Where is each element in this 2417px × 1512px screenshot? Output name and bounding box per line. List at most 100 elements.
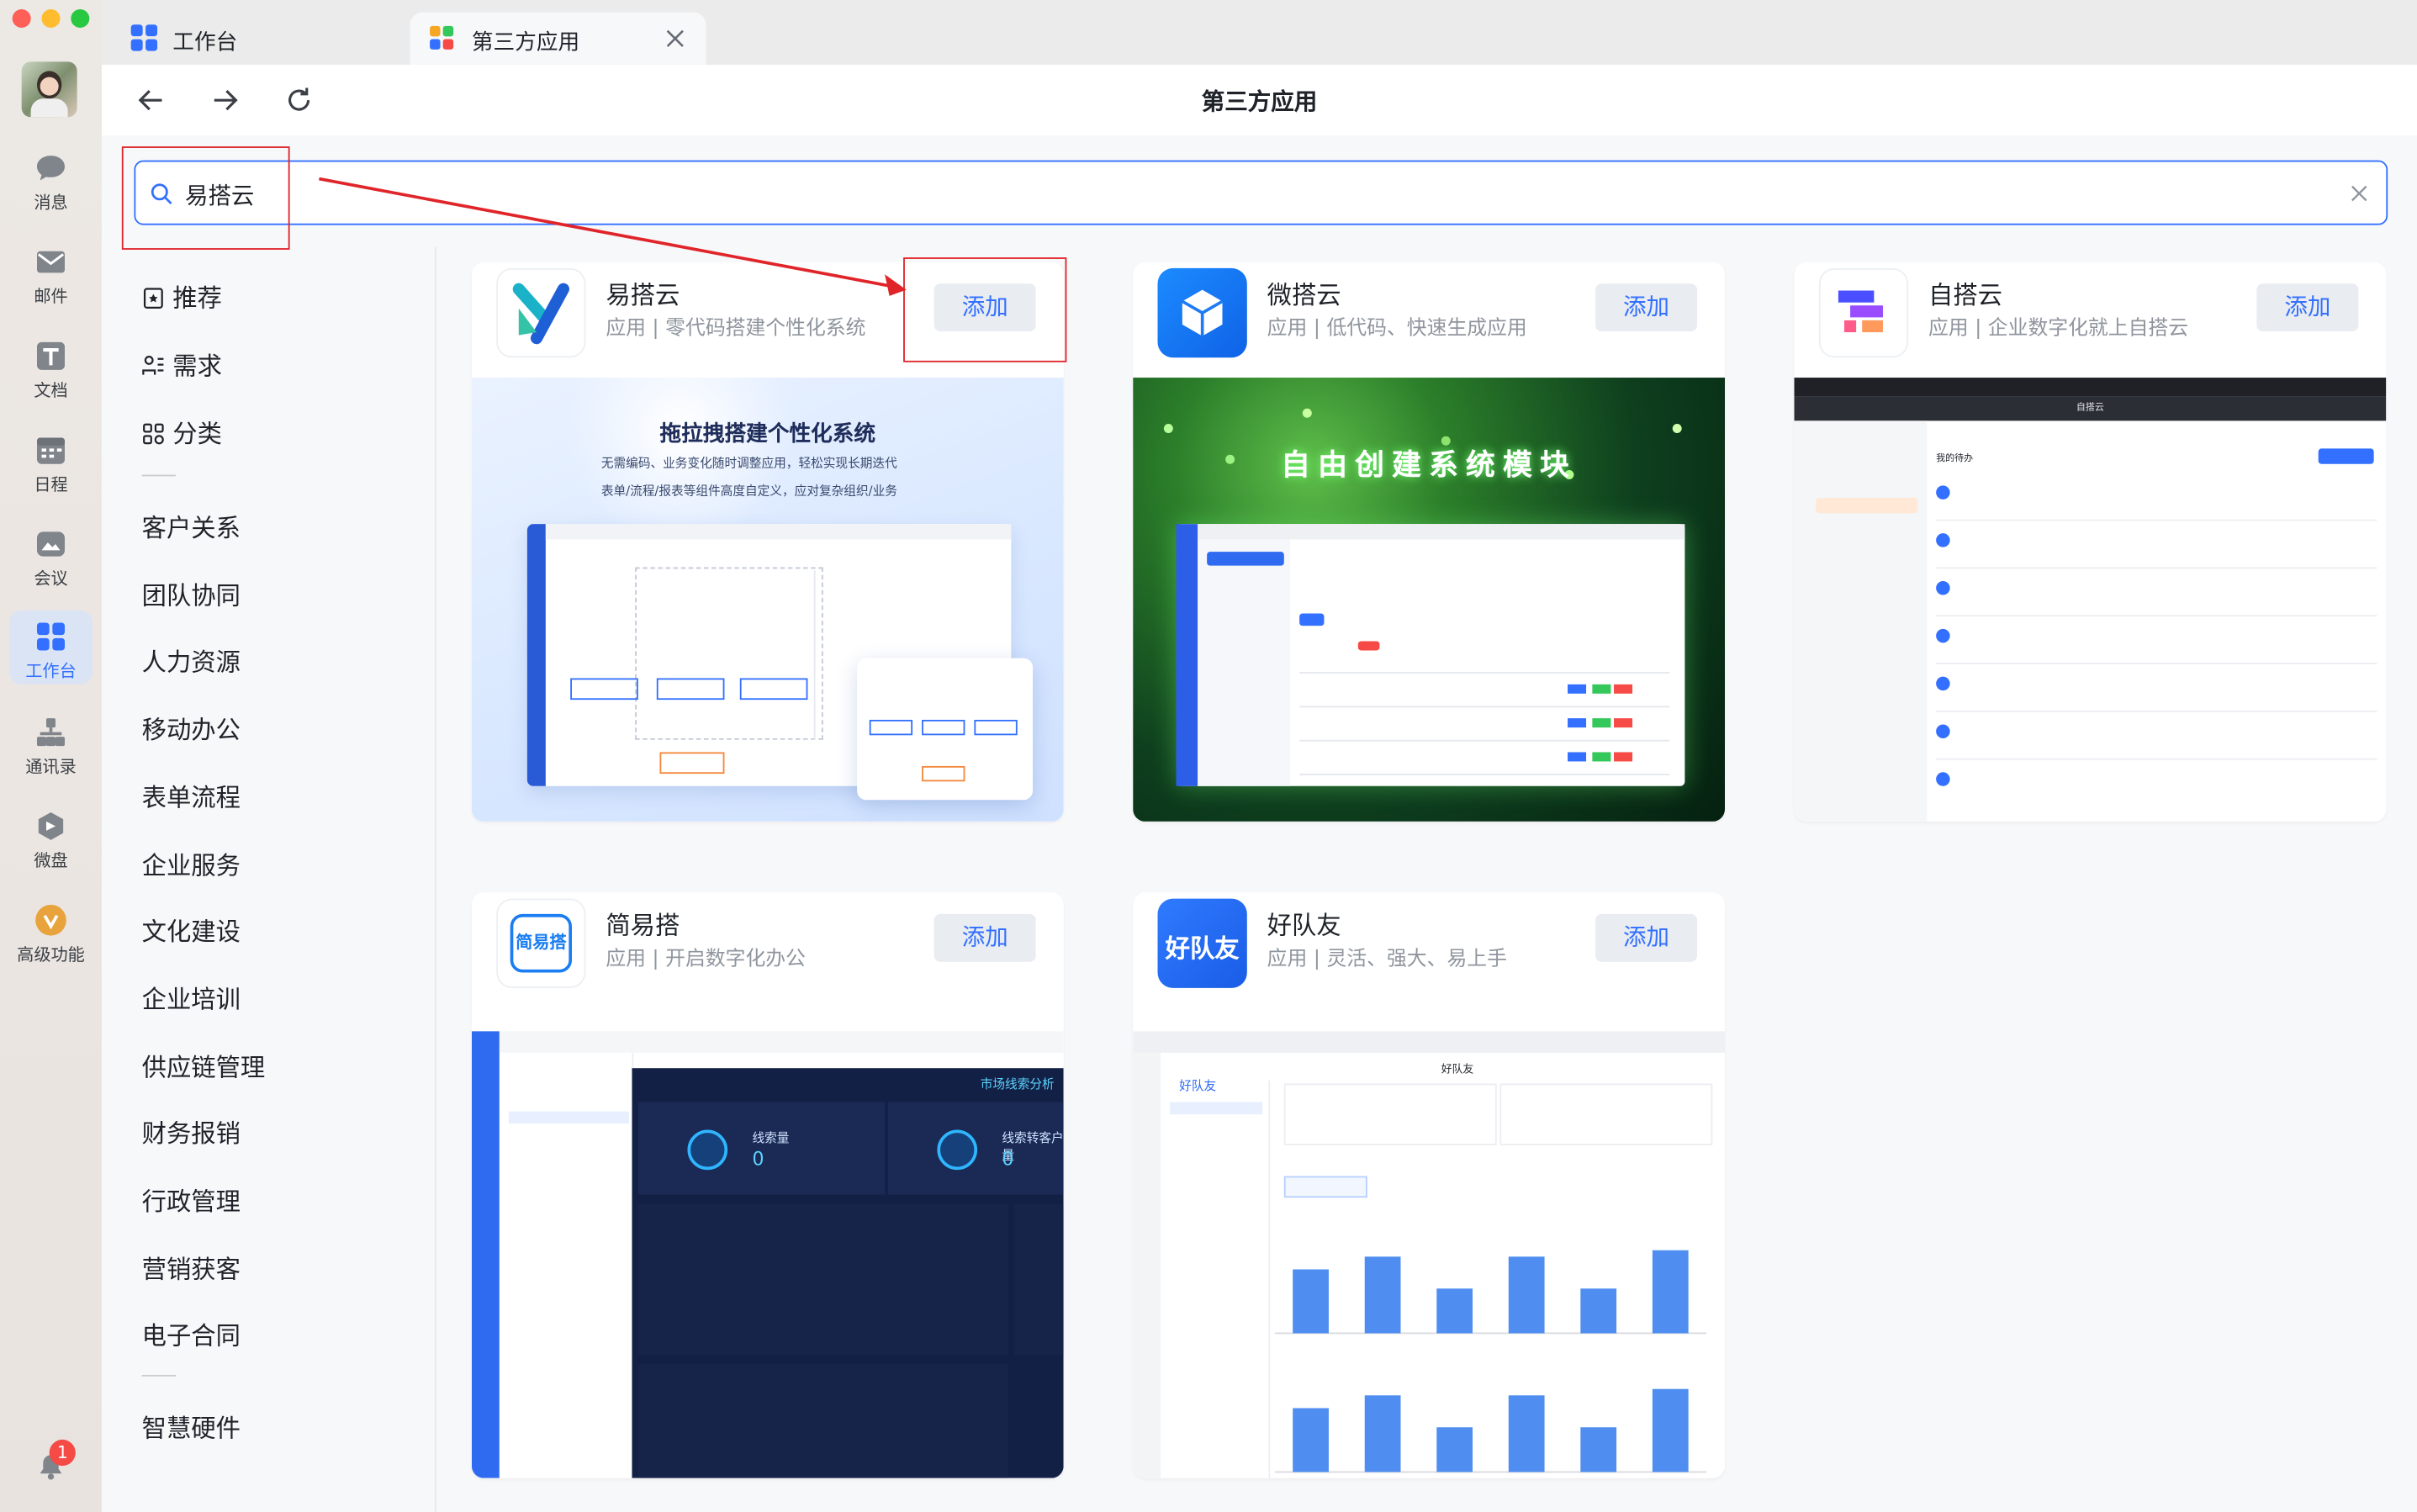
category-item[interactable]: 企业服务 [142,844,241,881]
rail-label: 日程 [34,474,68,495]
meeting-icon [36,531,65,557]
app-screenshot: 市场线索分析 线索量 0 线索转客户量 0 [471,1031,1064,1478]
category-item[interactable]: 电子合同 [142,1315,241,1352]
category-item[interactable]: 供应链管理 [142,1046,266,1083]
chart-bar [1364,1256,1401,1334]
highlight-box-add [903,257,1067,362]
rail-label: 工作台 [25,661,77,682]
tab-workbench[interactable]: 工作台 [111,13,413,65]
shot-title: 好队友 [1441,1063,1474,1076]
rail-label: 文档 [34,380,68,401]
rail-label: 微盘 [34,850,68,871]
shot-logo: 好队友 [1179,1079,1217,1093]
recommend-icon [143,288,163,309]
shot-window [1176,524,1685,786]
needs-icon [142,356,164,375]
app-name: 好队友 [1267,911,1341,941]
tab-third-party-apps[interactable]: 第三方应用 [410,12,706,65]
add-button[interactable]: 添加 [2256,283,2359,332]
chat-bubble-icon [36,156,65,181]
app-desc: 应用 | 灵活、强大、易上手 [1267,948,1507,971]
app-name: 易搭云 [606,280,680,310]
category-item[interactable]: 人力资源 [142,642,241,679]
close-tab-icon[interactable] [666,29,685,48]
chart-bar [1364,1395,1401,1472]
stat-value: 0 [752,1148,764,1171]
document-icon [36,341,65,370]
shot-window-small [857,658,1034,801]
shot-headline: 自由创建系统模块 [1281,448,1578,483]
yidayun-logo-icon [512,283,569,345]
app-card-weidayun[interactable]: 微搭云 应用 | 低代码、快速生成应用 添加 自由创建系统模块 [1133,262,1726,822]
zidayun-logo-icon [1838,290,1883,333]
category-icon [143,423,164,445]
category-item[interactable]: 文化建设 [142,912,241,949]
tab-bar: 工作台 第三方应用 [101,0,2417,65]
app-desc: 应用 | 零代码搭建个性化系统 [606,317,866,341]
page-title: 第三方应用 [1201,87,1318,116]
app-card-haoduiyou[interactable]: 好队友 好队友 应用 | 灵活、强大、易上手 添加 好队友 好队友 [1133,892,1726,1478]
category-label: 推荐 [172,283,222,314]
add-button[interactable]: 添加 [1595,283,1698,332]
notification-badge: 1 [49,1439,76,1467]
notification-bell[interactable]: 1 [34,1439,76,1483]
category-item[interactable]: 行政管理 [142,1181,241,1218]
category-item[interactable]: 客户关系 [142,507,241,544]
rail-item-contacts[interactable]: 通讯录 [9,706,93,780]
rail-label: 高级功能 [17,944,85,965]
shot-subtitle: 我的待办 [1936,452,1974,464]
search-bar[interactable]: 易搭云 [134,160,2388,225]
category-item[interactable]: 团队协同 [142,574,241,611]
drive-icon [38,812,64,840]
category-classify[interactable]: 分类 [142,413,222,450]
divider [141,474,176,477]
decorative-actions [1568,684,1587,694]
category-item[interactable]: 表单流程 [142,776,241,813]
app-icon: 好队友 [1157,898,1247,988]
chart-bar [1508,1395,1545,1472]
app-name: 微搭云 [1267,280,1341,310]
add-button[interactable]: 添加 [1595,913,1698,962]
rail-item-meeting[interactable]: 会议 [9,518,93,592]
rail-label: 通讯录 [25,756,77,777]
shot-headline: 拖拉拽搭建个性化系统 [659,422,876,447]
maximize-window-button[interactable] [71,8,90,28]
close-window-button[interactable] [12,8,31,28]
category-item[interactable]: 财务报销 [142,1113,241,1150]
category-item[interactable]: 营销获客 [142,1248,241,1285]
mail-icon [36,251,65,273]
category-item[interactable]: 移动办公 [142,709,241,746]
chart-bar [1580,1427,1617,1472]
minimize-window-button[interactable] [41,8,61,28]
category-item[interactable]: 企业培训 [142,979,241,1016]
add-button[interactable]: 添加 [933,913,1036,962]
app-name: 自搭云 [1928,280,2002,310]
rail-item-docs[interactable]: 文档 [9,330,93,404]
app-card-jianyida[interactable]: 简易搭 简易搭 应用 | 开启数字化办公 添加 市场线索分析 线索量 0 线索转… [471,892,1064,1478]
clear-search-icon[interactable] [2351,185,2367,202]
app-icon [1157,267,1247,358]
app-card-zidayun[interactable]: 自搭云 应用 | 企业数字化就上自搭云 添加 自搭云 我的待办 [1794,262,2387,822]
rail-item-calendar[interactable]: 日程 [9,424,93,498]
category-needs[interactable]: 需求 [142,346,222,383]
rail-item-workbench[interactable]: 工作台 [8,610,93,685]
stat-label: 线索量 [752,1131,790,1145]
chart-bar [1508,1256,1545,1334]
tab-label: 工作台 [172,30,238,56]
rail-item-drive[interactable]: 微盘 [9,800,93,874]
weidayun-cube-icon [1181,289,1224,336]
shot-bullet: 表单/流程/报表等组件高度自定义，应对复杂组织/业务 [600,484,897,499]
rail-item-premium[interactable]: 高级功能 [9,894,93,968]
rail-label: 消息 [34,193,68,213]
contacts-icon [36,718,65,747]
app-screenshot: 好队友 好队友 [1133,1031,1726,1478]
chart-circle-icon [687,1129,728,1171]
shot-title: 自搭云 [2076,402,2104,414]
workbench-grid-icon [130,24,158,51]
rail-item-mail[interactable]: 邮件 [9,235,93,309]
category-item[interactable]: 智慧硬件 [142,1407,241,1444]
shot-panel-title: 市场线索分析 [980,1077,1055,1092]
avatar[interactable] [21,61,77,118]
category-recommend[interactable]: 推荐 [142,278,222,315]
rail-item-messages[interactable]: 消息 [9,142,93,216]
